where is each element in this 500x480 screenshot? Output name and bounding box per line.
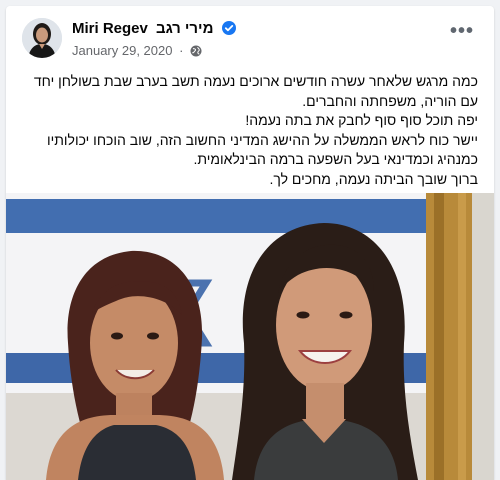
post-photo[interactable] [6, 193, 494, 480]
photo-image [6, 193, 494, 480]
post-text-line: כמה מרגש שלאחר עשרה חודשים ארוכים נעמה ת… [33, 73, 478, 109]
post-card: Miri Regev מירי רגב January 29, 2020 · •… [6, 6, 494, 480]
meta-separator: · [179, 43, 184, 58]
more-options-icon[interactable]: ••• [446, 21, 478, 48]
post-text-line: יפה תוכל סוף סוף לחבק את בתה נעמה! [245, 112, 478, 128]
post-text-line: ברוך שובך הביתה נעמה, מחכים לך. [269, 170, 478, 187]
post-timestamp[interactable]: January 29, 2020 [72, 43, 172, 58]
post-text-line: יישר כוח לראש הממשלה על ההישג המדיני החש… [46, 131, 478, 168]
verified-badge-icon [221, 21, 236, 39]
globe-icon[interactable] [190, 45, 202, 60]
post-header: Miri Regev מירי רגב January 29, 2020 · •… [6, 6, 494, 68]
post-meta: January 29, 2020 · [72, 43, 202, 60]
author-name[interactable]: Miri Regev מירי רגב [72, 20, 236, 39]
author-name-hebrew: מירי רגב [156, 20, 214, 37]
avatar-image [22, 18, 62, 58]
author-avatar[interactable] [22, 18, 62, 58]
author-name-latin: Miri Regev [72, 20, 148, 37]
post-text: כמה מרגש שלאחר עשרה חודשים ארוכים נעמה ת… [22, 72, 478, 189]
